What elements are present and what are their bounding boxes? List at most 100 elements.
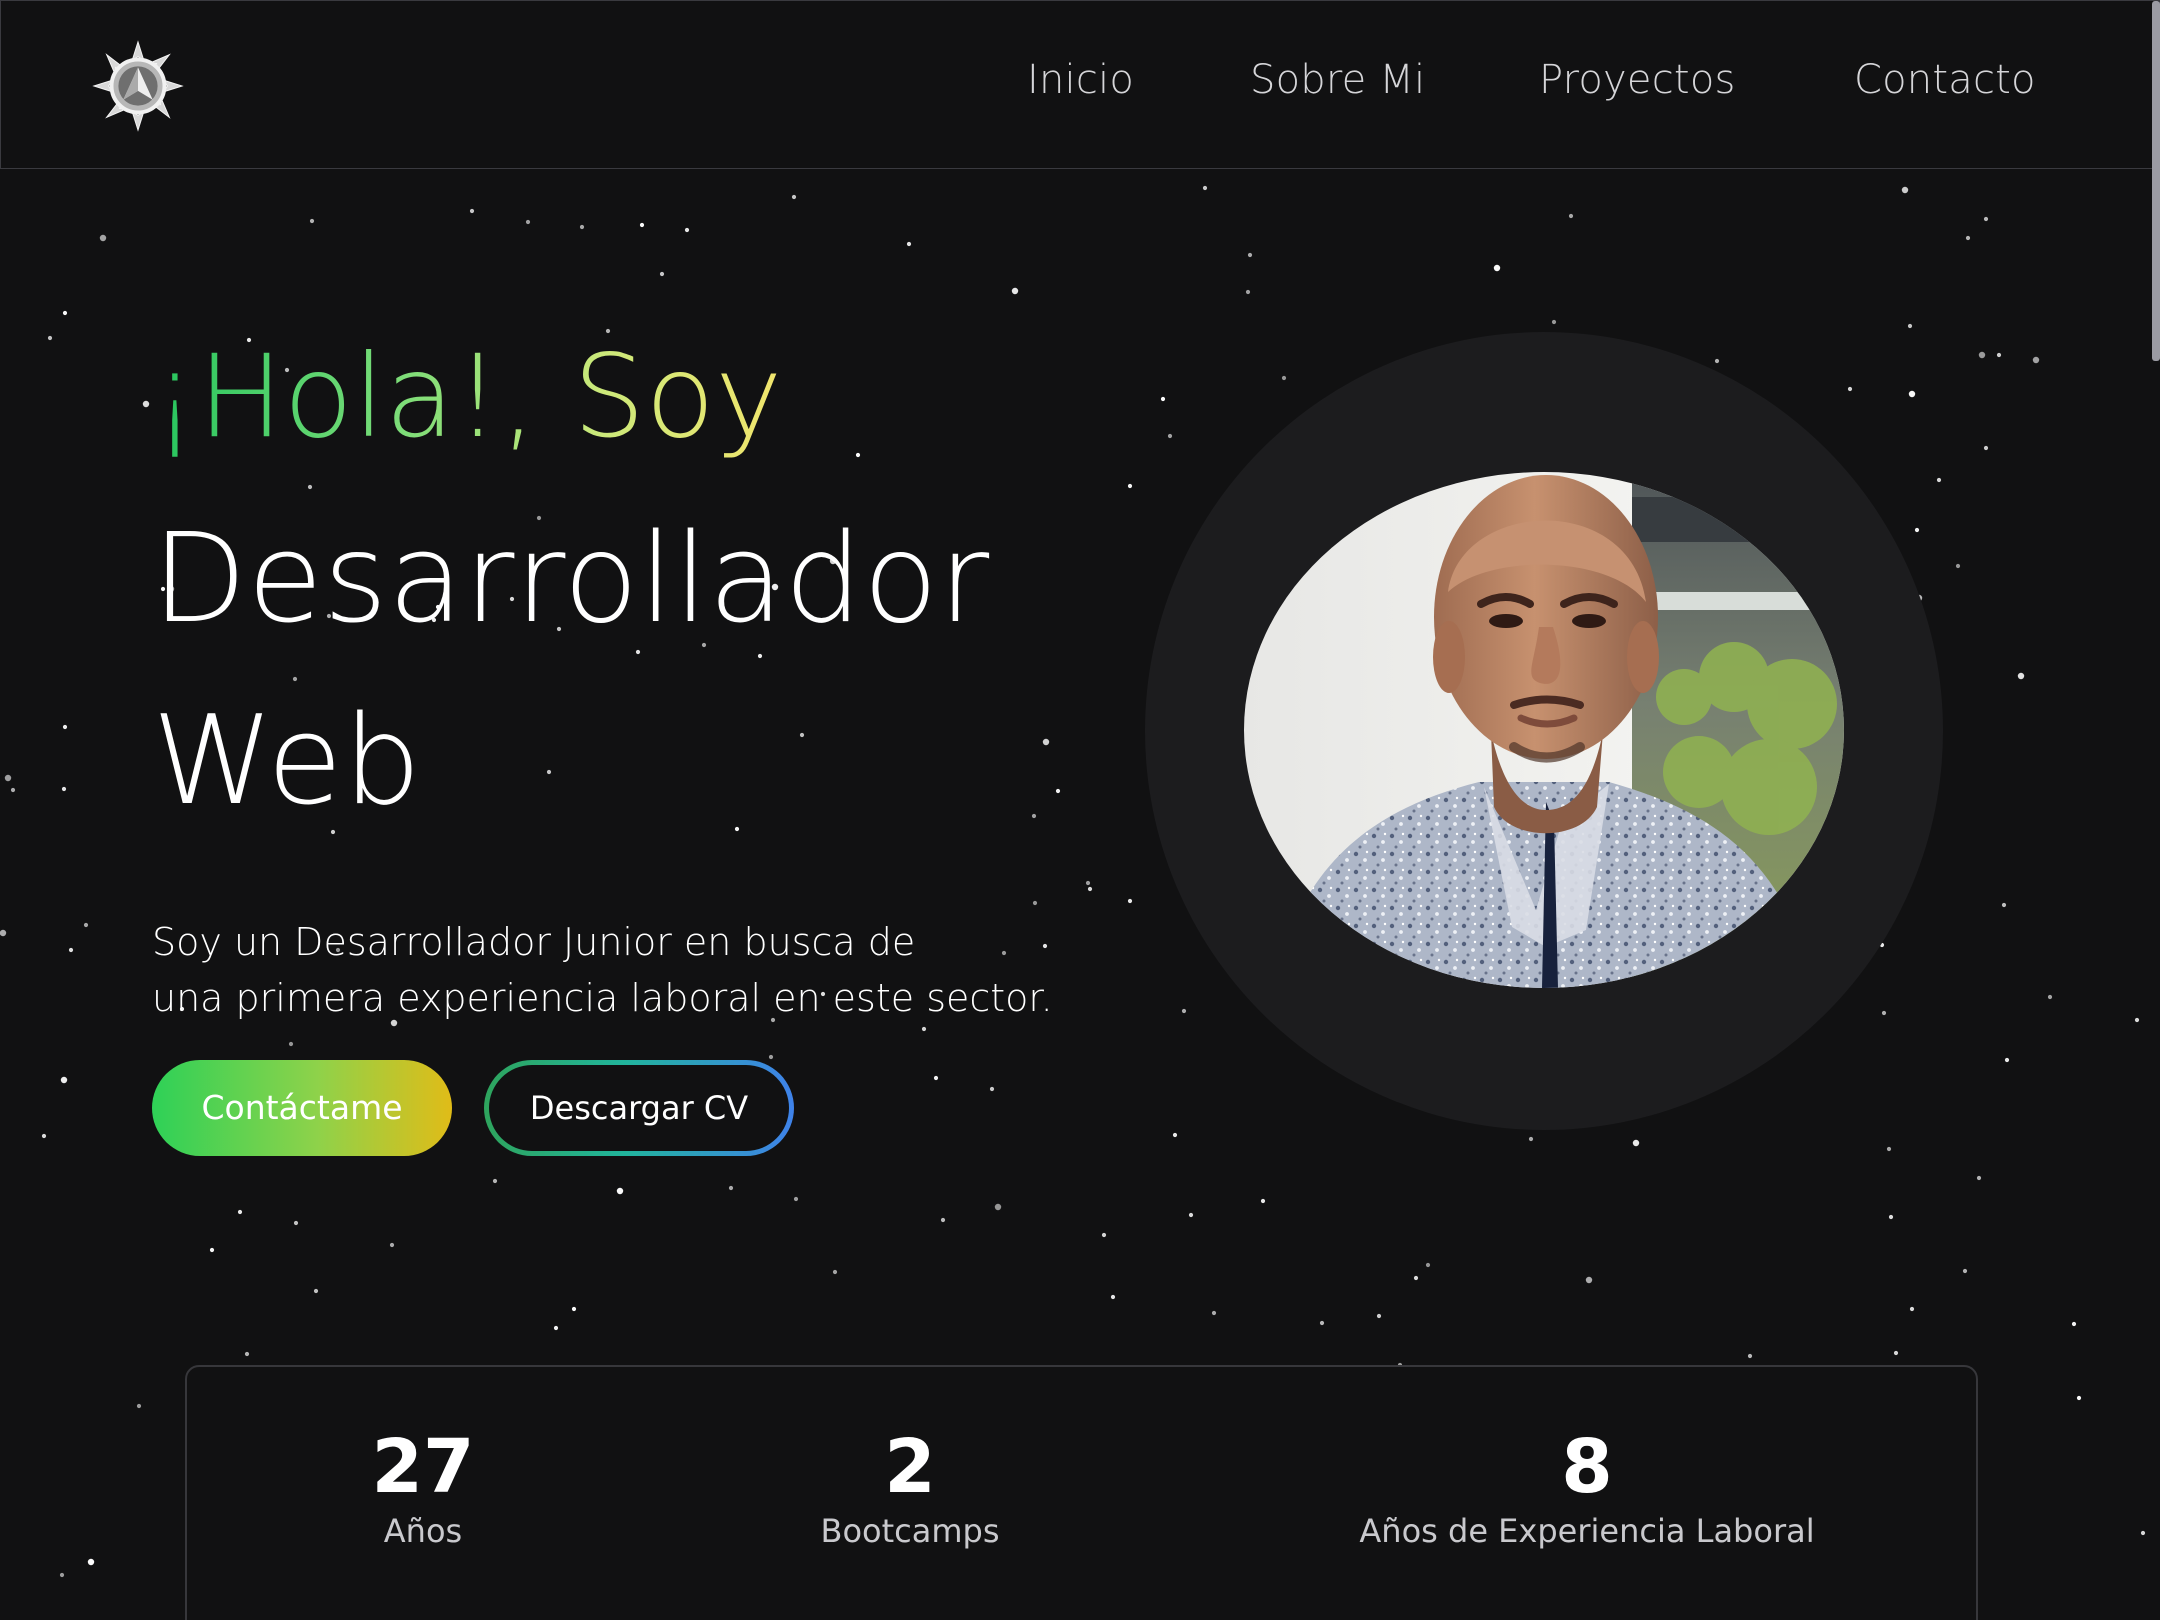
download-cv-button[interactable]: Descargar CV [484, 1060, 794, 1156]
star-dot [492, 1178, 498, 1184]
contact-me-button[interactable]: Contáctame [152, 1060, 452, 1156]
star-dot [1245, 289, 1251, 295]
star-dot [1909, 1306, 1915, 1312]
star-dot [99, 234, 107, 242]
star-dot [1901, 186, 1909, 194]
nav-link-sobre-mi[interactable]: Sobre Mi [1250, 57, 1425, 103]
star-dot [1281, 375, 1287, 381]
star-dot [2140, 1530, 2146, 1536]
nav-link-proyectos[interactable]: Proyectos [1539, 57, 1736, 103]
stat-experience: 8 Años de Experiencia Laboral [1357, 1427, 1817, 1551]
star-dot [61, 786, 67, 792]
star-dot [906, 241, 912, 247]
star-dot [1914, 527, 1920, 533]
star-dot [2071, 1321, 2077, 1327]
star-dot [2004, 1057, 2010, 1063]
star-dot [2047, 994, 2053, 1000]
star-dot [2134, 1017, 2140, 1023]
star-dot [2032, 356, 2040, 364]
hero-greeting: ¡Hola!, Soy [152, 330, 783, 463]
star-dot [553, 1325, 559, 1331]
star-dot [1172, 1132, 1178, 1138]
star-dot [209, 1247, 215, 1253]
star-dot [1893, 1350, 1899, 1356]
star-dot [1551, 319, 1557, 325]
star-dot [1847, 386, 1853, 392]
star-dot [1032, 900, 1038, 906]
star-dot [41, 1133, 47, 1139]
star-dot [799, 732, 805, 738]
star-dot [1962, 1268, 1968, 1274]
star-dot [62, 310, 68, 316]
star-dot [1260, 1198, 1266, 1204]
star-dot [579, 224, 585, 230]
star-dot [855, 452, 861, 458]
stat-bootcamps-label: Bootcamps [820, 1512, 1000, 1550]
star-dot [1983, 216, 1989, 222]
star-dot [1110, 1294, 1116, 1300]
star-dot [1202, 185, 1208, 191]
star-dot [1886, 1146, 1892, 1152]
star-dot [659, 271, 665, 277]
star-dot [292, 676, 298, 682]
star-dot [1319, 1320, 1325, 1326]
star-dot [60, 1076, 68, 1084]
star-dot [0, 929, 7, 937]
star-dot [1568, 213, 1574, 219]
star-dot [1211, 1310, 1217, 1316]
top-navbar: Inicio Sobre Mi Proyectos Contacto [0, 0, 2160, 169]
star-dot [1042, 738, 1050, 746]
star-dot [1087, 886, 1093, 892]
star-dot [2001, 902, 2007, 908]
stat-age-value: 27 [371, 1424, 475, 1510]
stat-age: 27 Años [348, 1427, 498, 1551]
star-dot [68, 947, 74, 953]
star-dot [1907, 323, 1913, 329]
star-dot [1955, 563, 1961, 569]
star-dot [136, 1403, 142, 1409]
nav-link-contacto[interactable]: Contacto [1854, 57, 2036, 103]
hero-description-line-1: Soy un Desarrollador Junior en busca de [152, 920, 916, 964]
stats-panel: 27 Años 2 Bootcamps 8 Años de Experienci… [185, 1365, 1978, 1620]
star-dot [1011, 287, 1019, 295]
page-scrollbar-thumb[interactable] [2152, 1, 2160, 361]
star-dot [684, 227, 690, 233]
star-dot [1181, 1008, 1187, 1014]
star-dot [1085, 880, 1091, 886]
star-dot [639, 222, 645, 228]
star-dot [832, 1269, 838, 1275]
star-dot [62, 724, 68, 730]
hero-title-line-1: Desarrollador [152, 508, 990, 651]
star-dot [1247, 252, 1253, 258]
star-dot [728, 1185, 734, 1191]
star-dot [2017, 672, 2025, 680]
star-dot [616, 1187, 624, 1195]
profile-portrait-image [1244, 472, 1844, 988]
star-dot [10, 787, 16, 793]
star-dot [1888, 1214, 1894, 1220]
star-dot [469, 208, 475, 214]
star-dot [47, 335, 53, 341]
stat-bootcamps: 2 Bootcamps [810, 1427, 1010, 1551]
star-dot [142, 400, 150, 408]
star-dot [1528, 1136, 1534, 1142]
star-dot [1160, 396, 1166, 402]
star-dot [244, 1351, 250, 1357]
star-dot [1714, 358, 1720, 364]
star-dot [525, 219, 531, 225]
profile-photo [1244, 472, 1844, 988]
star-dot [1965, 235, 1971, 241]
star-dot [791, 194, 797, 200]
star-dot [1632, 1139, 1640, 1147]
star-dot [237, 1209, 243, 1215]
star-dot [1976, 1175, 1982, 1181]
star-dot [1983, 445, 1989, 451]
hero-description: Soy un Desarrollador Junior en busca de … [152, 914, 1142, 1026]
compass-star-logo-icon[interactable] [89, 37, 187, 135]
star-dot [307, 484, 313, 490]
star-dot [757, 653, 763, 659]
star-dot [1996, 352, 2002, 358]
stat-bootcamps-value: 2 [884, 1424, 936, 1510]
star-dot [1188, 1212, 1194, 1218]
nav-link-inicio[interactable]: Inicio [1027, 57, 1134, 103]
